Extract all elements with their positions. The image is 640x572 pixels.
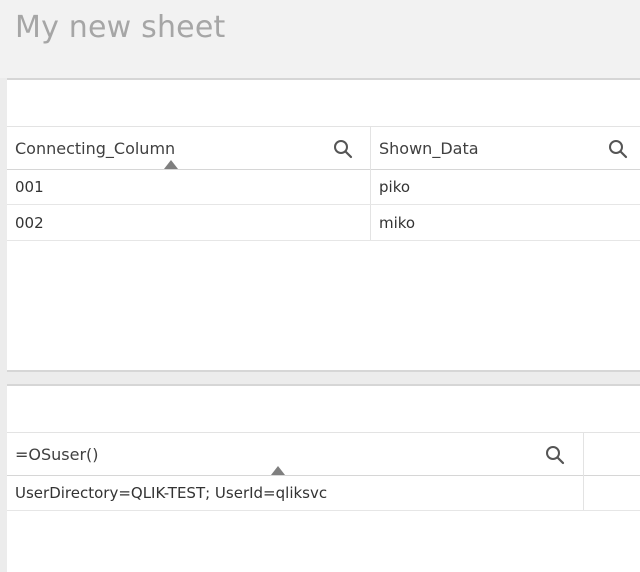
column-header-empty[interactable] (583, 433, 640, 475)
table-cell[interactable]: UserDirectory=QLIK-TEST; UserId=qliksvc (7, 475, 583, 510)
table-row[interactable]: 002 miko (7, 205, 640, 241)
column-header-label: Connecting_Column (15, 138, 176, 158)
table-cell[interactable]: 001 (7, 169, 370, 204)
column-header-osuser[interactable]: =OSuser() (7, 433, 583, 475)
table-cell[interactable] (583, 475, 640, 510)
search-icon[interactable] (333, 139, 353, 159)
search-icon[interactable] (608, 139, 628, 159)
column-header-label: =OSuser() (15, 444, 99, 464)
sheet-header: My new sheet (0, 0, 640, 78)
table-row[interactable]: UserDirectory=QLIK-TEST; UserId=qliksvc (7, 475, 640, 511)
sheet-title: My new sheet (15, 10, 226, 45)
sort-ascending-icon[interactable] (271, 466, 285, 475)
search-icon[interactable] (545, 445, 565, 465)
column-header-label: Shown_Data (379, 138, 479, 158)
table-panel-1[interactable]: Connecting_Column Shown_Data 001 piko 00… (7, 78, 640, 372)
column-header-shown-data[interactable]: Shown_Data (370, 127, 640, 169)
table-header: Connecting_Column Shown_Data (7, 126, 640, 170)
table-cell[interactable]: piko (370, 169, 640, 204)
table-row[interactable]: 001 piko (7, 169, 640, 205)
table-cell[interactable]: 002 (7, 205, 370, 240)
column-header-connecting-column[interactable]: Connecting_Column (7, 127, 370, 169)
table-panel-2[interactable]: =OSuser() UserDirectory=QLIK-TEST; UserI… (7, 384, 640, 572)
sort-ascending-icon[interactable] (164, 160, 178, 169)
table-cell[interactable]: miko (370, 205, 640, 240)
table-header: =OSuser() (7, 432, 640, 476)
